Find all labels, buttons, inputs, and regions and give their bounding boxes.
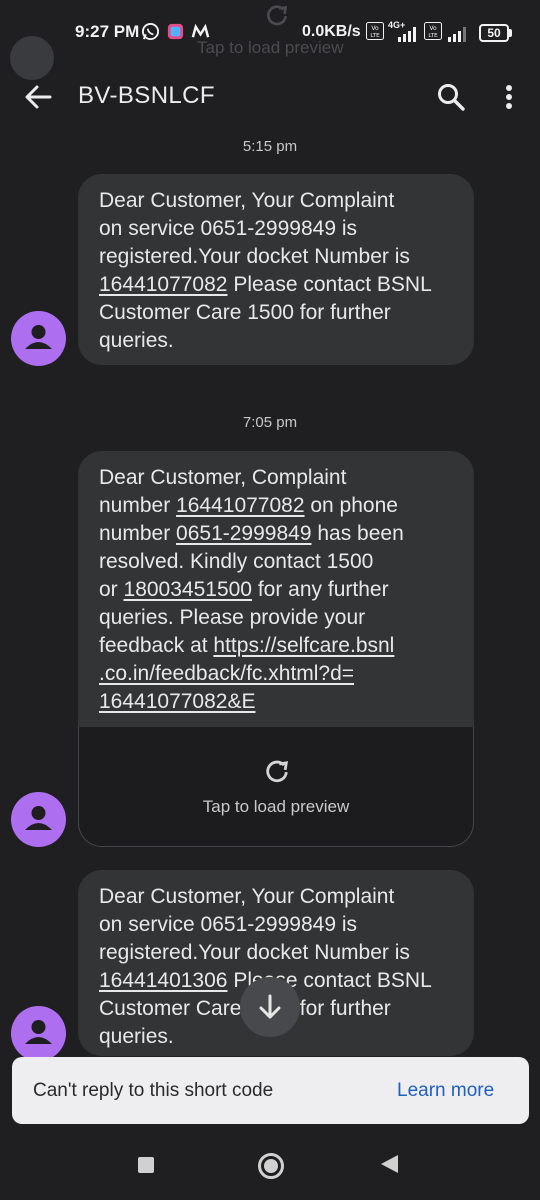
avatar[interactable] xyxy=(11,311,66,366)
ghost-reload-icon xyxy=(267,5,288,26)
recents-icon[interactable] xyxy=(138,1157,154,1173)
message-link[interactable]: 18003451500 xyxy=(124,578,252,601)
message-line: Dear Customer, Your Complaint xyxy=(99,883,454,911)
preview-label: Tap to load preview xyxy=(202,797,350,816)
message-link[interactable]: 16441077082&E xyxy=(99,690,256,713)
battery-level: 50 xyxy=(487,26,501,40)
message-segment: registered.Your docket Number is xyxy=(99,941,410,964)
timestamp: 5:15 pm xyxy=(242,138,298,155)
message-link[interactable]: 16441401306 xyxy=(99,969,227,992)
message-link[interactable]: 16441077082 xyxy=(99,273,227,296)
home-icon[interactable] xyxy=(258,1153,284,1179)
avatar[interactable] xyxy=(11,1006,66,1061)
message-segment: feedback at xyxy=(99,634,214,657)
snackbar-text: Can't reply to this short code xyxy=(33,1080,274,1101)
message-text: Dear Customer, Your Complaint on service … xyxy=(78,174,474,355)
avatar[interactable] xyxy=(11,792,66,847)
message-line: 16441077082 Please contact BSNL xyxy=(99,271,454,299)
app-bar: BV-BSNLCF xyxy=(0,64,540,128)
message-segment: resolved. Kindly contact 1500 xyxy=(99,550,374,573)
message-line: on service 0651-2999849 is xyxy=(99,215,454,243)
person-icon xyxy=(25,806,52,830)
svg-text:LTE: LTE xyxy=(428,33,438,39)
svg-text:LTE: LTE xyxy=(370,33,380,39)
message-link[interactable]: .co.in/feedback/fc.xhtml?d= xyxy=(99,662,354,685)
message-line: or 18003451500 for any further xyxy=(99,576,454,604)
message-link[interactable]: https://selfcare.bsnl xyxy=(213,634,394,657)
message-segment: registered.Your docket Number is xyxy=(99,245,410,268)
more-vert-icon[interactable] xyxy=(496,80,522,114)
ghost-preview-label: Tap to load preview xyxy=(197,38,344,57)
back-icon[interactable] xyxy=(381,1155,398,1173)
message-segment: has been xyxy=(311,522,404,545)
message-segment: on service 0651-2999849 is xyxy=(99,913,358,936)
svg-text:Vo: Vo xyxy=(371,25,379,32)
message-segment: number xyxy=(99,522,177,545)
message-line: registered.Your docket Number is xyxy=(99,939,454,967)
signal-icon-2 xyxy=(448,27,466,42)
message-segment: queries. xyxy=(99,1025,174,1048)
message-segment: queries. xyxy=(99,329,174,352)
navigation-bar xyxy=(0,1130,540,1200)
message-segment: on phone xyxy=(304,494,398,517)
message-bubble[interactable]: Dear Customer, Complaint number 164410770… xyxy=(78,451,474,847)
whatsapp-icon xyxy=(141,22,160,41)
link-preview[interactable]: Tap to load preview xyxy=(78,727,474,847)
message-segment: for any further xyxy=(252,578,389,601)
learn-more-button[interactable]: Learn more xyxy=(397,1080,494,1102)
message-segment: number xyxy=(99,494,177,517)
message-bubble[interactable]: Dear Customer, Your Complaint on service … xyxy=(78,174,474,365)
search-icon[interactable] xyxy=(434,80,468,114)
scroll-to-bottom-button[interactable] xyxy=(240,977,300,1037)
person-icon xyxy=(25,325,52,349)
battery-icon: 50 xyxy=(479,24,509,42)
message-line: Dear Customer, Your Complaint xyxy=(99,187,454,215)
person-icon xyxy=(25,1020,52,1044)
timestamp: 7:05 pm xyxy=(242,414,298,431)
signal-icon xyxy=(398,27,416,42)
volte-icon-2: Vo LTE xyxy=(424,22,442,40)
message-link[interactable]: 16441077082 xyxy=(176,494,304,517)
app-icon xyxy=(167,23,184,40)
message-line: number 0651-2999849 has been xyxy=(99,520,454,548)
message-segment: on service 0651-2999849 is xyxy=(99,217,358,240)
message-line: Dear Customer, Complaint xyxy=(99,464,454,492)
message-segment: Customer Care 1500 for further xyxy=(99,301,391,324)
conversation-title: BV-BSNLCF xyxy=(78,82,215,109)
message-link[interactable]: 0651-2999849 xyxy=(176,522,311,545)
message-line: number 16441077082 on phone xyxy=(99,492,454,520)
message-line: queries. xyxy=(99,327,454,355)
volte-icon: Vo LTE xyxy=(366,22,384,40)
message-segment: Please contact BSNL xyxy=(227,273,432,296)
message-line: Customer Care 1500 for further xyxy=(99,299,454,327)
arrow-down-icon xyxy=(259,994,281,1019)
message-segment: queries. Please provide your xyxy=(99,606,366,629)
message-line: queries. Please provide your xyxy=(99,604,454,632)
status-time: 9:27 PM xyxy=(75,22,140,41)
reload-icon xyxy=(266,760,289,783)
svg-text:Vo: Vo xyxy=(429,25,437,32)
message-segment: Dear Customer, Your Complaint xyxy=(99,885,395,908)
message-line: on service 0651-2999849 is xyxy=(99,911,454,939)
message-segment: Dear Customer, Your Complaint xyxy=(99,189,395,212)
message-segment: Dear Customer, Complaint xyxy=(99,466,347,489)
back-arrow-icon[interactable] xyxy=(20,80,56,114)
message-text: Dear Customer, Complaint number 164410770… xyxy=(78,451,474,716)
message-line: feedback at https://selfcare.bsnl xyxy=(99,632,454,660)
message-line: 16441077082&E xyxy=(99,688,454,716)
battery-tip xyxy=(509,29,512,37)
message-segment: or xyxy=(99,578,124,601)
message-line: resolved. Kindly contact 1500 xyxy=(99,548,454,576)
message-line: registered.Your docket Number is xyxy=(99,243,454,271)
snackbar: Can't reply to this short code Learn mor… xyxy=(12,1057,529,1124)
message-line: .co.in/feedback/fc.xhtml?d= xyxy=(99,660,454,688)
